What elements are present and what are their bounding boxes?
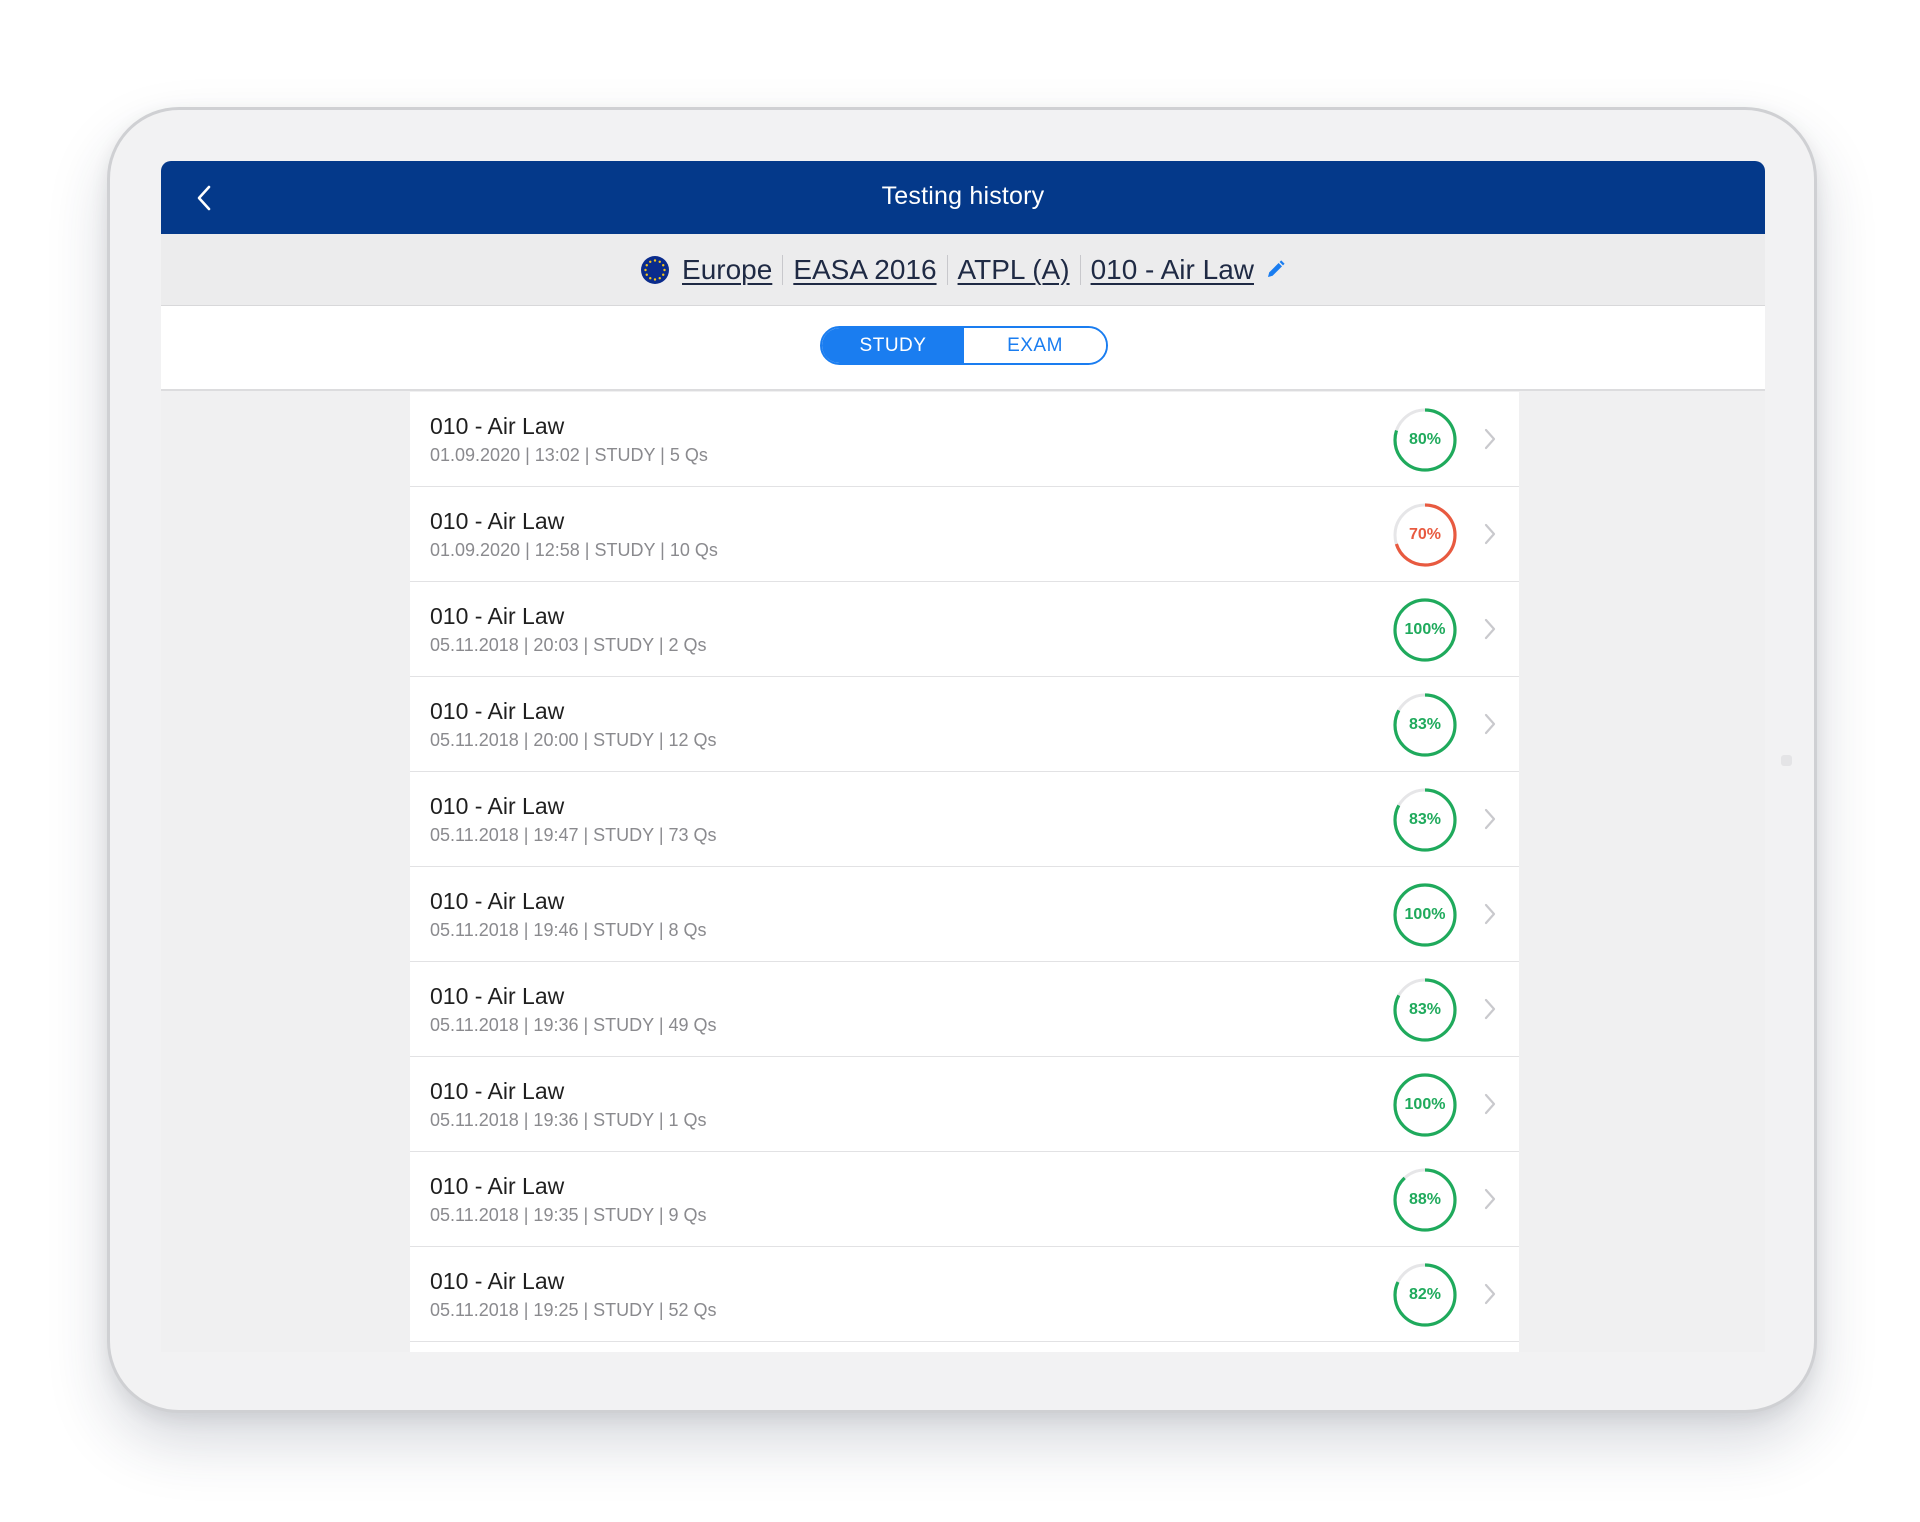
- row-title: 010 - Air Law: [430, 508, 565, 534]
- score-ring: 100%: [1392, 882, 1458, 948]
- breadcrumb-regulation[interactable]: EASA 2016: [793, 254, 936, 286]
- breadcrumb: Europe EASA 2016 ATPL (A) 010 - Air Law: [161, 234, 1765, 306]
- tab-exam[interactable]: EXAM: [964, 328, 1106, 363]
- chevron-right-icon[interactable]: [1482, 426, 1498, 452]
- tab-study[interactable]: STUDY: [822, 328, 964, 363]
- row-title: 010 - Air Law: [430, 793, 565, 819]
- row-subtitle: 05.11.2018 | 19:47 | STUDY | 73 Qs: [430, 825, 717, 845]
- pencil-icon[interactable]: [1264, 259, 1286, 281]
- chevron-right-icon[interactable]: [1482, 996, 1498, 1022]
- row-subtitle: 01.09.2020 | 13:02 | STUDY | 5 Qs: [430, 445, 708, 465]
- row-subtitle: 05.11.2018 | 19:35 | STUDY | 9 Qs: [430, 1205, 707, 1225]
- chevron-right-icon[interactable]: [1482, 711, 1498, 737]
- history-row[interactable]: 010 - Air Law 05.11.2018 | 20:00 | STUDY …: [410, 677, 1519, 772]
- row-title: 010 - Air Law: [430, 1268, 565, 1294]
- score-ring: 70%: [1392, 502, 1458, 568]
- row-title: 010 - Air Law: [430, 698, 565, 724]
- row-title: 010 - Air Law: [430, 1173, 565, 1199]
- history-row[interactable]: 010 - Air Law 05.11.2018 | 20:03 | STUDY …: [410, 582, 1519, 677]
- score-label: 70%: [1408, 526, 1442, 543]
- chevron-right-icon[interactable]: [1482, 1186, 1498, 1212]
- testing-history-list: 010 - Air Law 01.09.2020 | 13:02 | STUDY …: [410, 392, 1519, 1352]
- row-subtitle: 05.11.2018 | 19:36 | STUDY | 1 Qs: [430, 1110, 707, 1130]
- chevron-right-icon[interactable]: [1482, 616, 1498, 642]
- breadcrumb-separator: [946, 254, 948, 285]
- breadcrumb-region[interactable]: Europe: [682, 254, 772, 286]
- score-label: 83%: [1408, 716, 1442, 733]
- row-subtitle: 05.11.2018 | 20:00 | STUDY | 12 Qs: [430, 730, 717, 750]
- score-ring: 83%: [1392, 787, 1458, 853]
- history-row[interactable]: 010 - Air Law 05.11.2018 | 19:46 | STUDY …: [410, 867, 1519, 962]
- history-row[interactable]: 010 - Air Law 05.11.2018 | 19:47 | STUDY …: [410, 772, 1519, 867]
- history-row[interactable]: 010 - Air Law 05.11.2018 | 19:36 | STUDY …: [410, 1057, 1519, 1152]
- chevron-right-icon[interactable]: [1482, 806, 1498, 832]
- score-label: 80%: [1408, 431, 1442, 448]
- score-label: 83%: [1408, 1001, 1442, 1018]
- score-ring: 83%: [1392, 977, 1458, 1043]
- history-row[interactable]: 010 - Air Law 05.11.2018 | 19:36 | STUDY …: [410, 962, 1519, 1057]
- eu-flag-icon: [641, 255, 670, 284]
- navigation-bar: Testing history: [161, 161, 1765, 234]
- history-row[interactable]: 010 - Air Law 01.09.2020 | 13:02 | STUDY …: [410, 392, 1519, 487]
- chevron-right-icon[interactable]: [1482, 1281, 1498, 1307]
- row-title: 010 - Air Law: [430, 413, 565, 439]
- score-ring: 100%: [1392, 1072, 1458, 1138]
- history-row[interactable]: [410, 1342, 1519, 1352]
- row-title: 010 - Air Law: [430, 983, 565, 1009]
- score-label: 100%: [1404, 621, 1446, 638]
- history-row[interactable]: 010 - Air Law 05.11.2018 | 19:35 | STUDY …: [410, 1152, 1519, 1247]
- row-subtitle: 05.11.2018 | 19:46 | STUDY | 8 Qs: [430, 920, 707, 940]
- row-subtitle: 05.11.2018 | 19:25 | STUDY | 52 Qs: [430, 1300, 717, 1320]
- breadcrumb-subject[interactable]: 010 - Air Law: [1091, 254, 1254, 286]
- row-subtitle: 05.11.2018 | 20:03 | STUDY | 2 Qs: [430, 635, 707, 655]
- score-ring: 80%: [1392, 407, 1458, 473]
- row-title: 010 - Air Law: [430, 1078, 565, 1104]
- mode-selector-bar: STUDY EXAM: [161, 306, 1765, 391]
- history-row[interactable]: 010 - Air Law 01.09.2020 | 12:58 | STUDY …: [410, 487, 1519, 582]
- score-ring: 100%: [1392, 597, 1458, 663]
- row-subtitle: 05.11.2018 | 19:36 | STUDY | 49 Qs: [430, 1015, 717, 1035]
- app-screen: Testing history Europe EASA 2016 ATPL (A…: [161, 161, 1765, 1352]
- score-label: 100%: [1404, 906, 1446, 923]
- row-title: 010 - Air Law: [430, 603, 565, 629]
- score-label: 88%: [1408, 1191, 1442, 1208]
- row-subtitle: 01.09.2020 | 12:58 | STUDY | 10 Qs: [430, 540, 718, 560]
- tablet-side-button: [1781, 755, 1792, 766]
- score-label: 100%: [1404, 1096, 1446, 1113]
- breadcrumb-separator: [782, 254, 784, 285]
- breadcrumb-license[interactable]: ATPL (A): [958, 254, 1070, 286]
- score-ring: 83%: [1392, 692, 1458, 758]
- chevron-right-icon[interactable]: [1482, 901, 1498, 927]
- score-label: 83%: [1408, 811, 1442, 828]
- score-ring: 82%: [1392, 1262, 1458, 1328]
- history-row[interactable]: 010 - Air Law 05.11.2018 | 19:25 | STUDY …: [410, 1247, 1519, 1342]
- score-label: 82%: [1408, 1286, 1442, 1303]
- score-ring: 88%: [1392, 1167, 1458, 1233]
- chevron-right-icon[interactable]: [1482, 521, 1498, 547]
- row-title: 010 - Air Law: [430, 888, 565, 914]
- breadcrumb-separator: [1079, 254, 1081, 285]
- chevron-right-icon[interactable]: [1482, 1091, 1498, 1117]
- mode-segmented-control: STUDY EXAM: [820, 326, 1108, 365]
- page-title: Testing history: [881, 182, 1045, 210]
